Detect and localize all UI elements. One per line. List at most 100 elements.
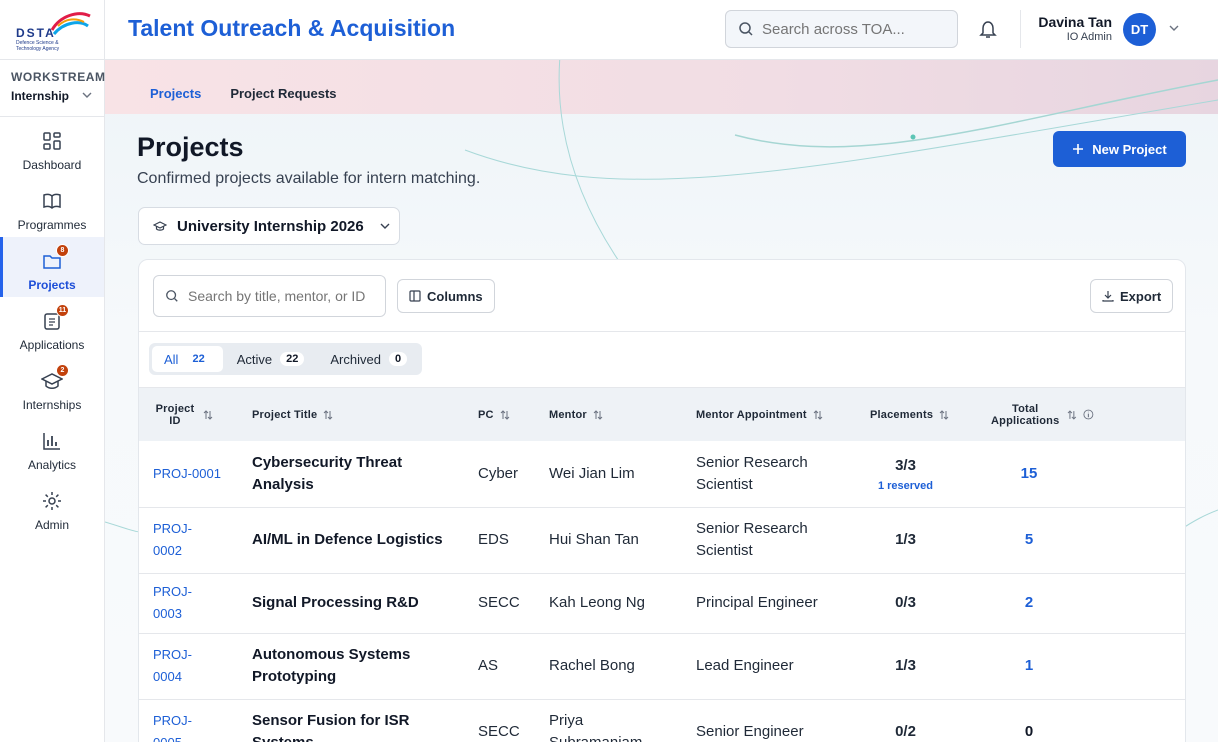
column-header-pc[interactable]: PC <box>463 388 533 441</box>
column-header-mentor-appointment[interactable]: Mentor Appointment <box>680 388 847 441</box>
sub-tabs: Projects Project Requests <box>150 86 337 101</box>
applications-count-badge: 11 <box>56 304 69 317</box>
export-label: Export <box>1120 288 1162 304</box>
mentor-appointment: Senior Research Scientist <box>680 441 847 508</box>
reserved-note[interactable]: 1 reserved <box>847 479 964 493</box>
sidebar-item-label: Dashboard <box>22 158 82 172</box>
column-header-project-id[interactable]: Project ID <box>139 388 238 441</box>
graduation-cap-icon: 2 <box>40 364 69 392</box>
book-icon <box>41 190 63 212</box>
top-header: Talent Outreach & Acquisition Davina Tan… <box>105 0 1218 60</box>
dsta-logo[interactable]: DSTA Defence Science & Technology Agency <box>0 0 104 60</box>
tab-project-requests[interactable]: Project Requests <box>230 86 336 101</box>
table-search[interactable] <box>153 275 386 317</box>
projects-table: Project ID Project Title PC Mentor Mento… <box>139 388 1185 742</box>
status-segmented-control: All 22 Active 22 Archived 0 <box>149 343 423 375</box>
global-search-input[interactable] <box>762 20 942 38</box>
project-id-link[interactable]: PROJ-0003 <box>153 584 192 621</box>
column-header-placements[interactable]: Placements <box>847 388 964 441</box>
filter-count: 0 <box>388 352 408 366</box>
total-applications-link[interactable]: 15 <box>1021 465 1038 482</box>
placements-cell: 0/2 <box>847 699 964 742</box>
export-button[interactable]: Export <box>1090 279 1174 313</box>
tab-projects[interactable]: Projects <box>150 86 201 101</box>
workstream-label: WORKSTREAM <box>11 70 106 84</box>
workstream-selector[interactable]: WORKSTREAM Internship <box>0 60 106 117</box>
filter-active[interactable]: Active 22 <box>225 346 317 372</box>
column-header-total-applications[interactable]: Total Applications <box>964 388 1094 441</box>
sidebar-item-projects[interactable]: 8 Projects <box>0 237 104 297</box>
sidebar-item-label: Projects <box>28 278 76 292</box>
filter-archived[interactable]: Archived 0 <box>318 346 419 372</box>
table-row[interactable]: PROJ-0001 Cybersecurity Threat Analysis … <box>139 441 1185 508</box>
bell-icon[interactable] <box>979 19 997 39</box>
sidebar-item-admin[interactable]: Admin <box>0 477 104 537</box>
project-title: Cybersecurity Threat Analysis <box>238 441 463 508</box>
table-row[interactable]: PROJ-0005 Sensor Fusion for ISR Systems … <box>139 699 1185 742</box>
project-pc: Cyber <box>463 441 533 508</box>
folder-icon: 8 <box>41 244 69 272</box>
project-mentor: Kah Leong Ng <box>533 573 680 634</box>
sidebar-item-dashboard[interactable]: Dashboard <box>0 117 104 177</box>
project-title: Signal Processing R&D <box>238 573 463 634</box>
sort-icon <box>593 409 603 420</box>
project-pc: SECC <box>463 573 533 634</box>
user-name: Davina Tan <box>1038 14 1112 30</box>
mentor-appointment: Senior Research Scientist <box>680 507 847 574</box>
table-row[interactable]: PROJ-0004 Autonomous Systems Prototyping… <box>139 633 1185 700</box>
table-row[interactable]: PROJ-0002 AI/ML in Defence Logistics EDS… <box>139 507 1185 574</box>
total-applications-link[interactable]: 5 <box>1025 531 1033 548</box>
column-header-mentor[interactable]: Mentor <box>533 388 680 441</box>
internships-count-badge: 2 <box>56 364 69 377</box>
projects-card: Columns Export All 22 Active 22 Archived <box>138 259 1186 742</box>
sort-icon <box>939 409 949 420</box>
mentor-appointment: Lead Engineer <box>680 633 847 700</box>
header-divider <box>1020 10 1021 48</box>
graduation-cap-icon <box>153 221 167 231</box>
global-search[interactable] <box>725 10 958 48</box>
project-mentor: Priya Subramaniam <box>533 699 680 742</box>
sidebar: DSTA Defence Science & Technology Agency… <box>0 0 105 742</box>
status-filters: All 22 Active 22 Archived 0 <box>139 332 1185 388</box>
sidebar-item-internships[interactable]: 2 Internships <box>0 357 104 417</box>
chevron-down-icon[interactable] <box>1169 25 1179 31</box>
column-header-project-title[interactable]: Project Title <box>238 388 463 441</box>
info-icon[interactable] <box>1083 409 1094 420</box>
user-role: IO Admin <box>1066 31 1112 43</box>
filter-all[interactable]: All 22 <box>152 346 223 372</box>
sidebar-item-analytics[interactable]: Analytics <box>0 417 104 477</box>
project-id-link[interactable]: PROJ-0004 <box>153 647 192 684</box>
new-project-button[interactable]: New Project <box>1053 131 1186 167</box>
sidebar-item-label: Applications <box>19 338 85 352</box>
project-mentor: Wei Jian Lim <box>533 441 680 508</box>
project-mentor: Hui Shan Tan <box>533 507 680 574</box>
filter-label: All <box>164 351 179 367</box>
table-search-input[interactable] <box>188 288 378 304</box>
project-title: AI/ML in Defence Logistics <box>238 507 463 574</box>
programme-select[interactable]: University Internship 2026 <box>138 207 400 245</box>
total-applications-link[interactable]: 2 <box>1025 594 1033 611</box>
total-applications-link[interactable]: 0 <box>1025 723 1033 740</box>
project-id-link[interactable]: PROJ-0005 <box>153 713 192 742</box>
main-content: Projects Project Requests Projects Confi… <box>105 60 1218 742</box>
project-pc: SECC <box>463 699 533 742</box>
sidebar-item-label: Internships <box>22 398 82 412</box>
sidebar-item-applications[interactable]: 11 Applications <box>0 297 104 357</box>
total-applications-link[interactable]: 1 <box>1025 657 1033 674</box>
project-id-link[interactable]: PROJ-0001 <box>153 466 221 481</box>
project-pc: EDS <box>463 507 533 574</box>
placements-value: 1/3 <box>895 657 916 674</box>
sidebar-item-programmes[interactable]: Programmes <box>0 177 104 237</box>
project-title: Sensor Fusion for ISR Systems <box>238 699 463 742</box>
chevron-down-icon <box>82 92 92 98</box>
project-id-link[interactable]: PROJ-0002 <box>153 521 192 558</box>
mentor-appointment: Principal Engineer <box>680 573 847 634</box>
columns-button[interactable]: Columns <box>397 279 495 313</box>
avatar[interactable]: DT <box>1123 13 1156 46</box>
download-icon <box>1102 291 1114 302</box>
new-project-label: New Project <box>1092 141 1167 157</box>
table-row[interactable]: PROJ-0003 Signal Processing R&D SECC Kah… <box>139 573 1185 634</box>
filter-label: Archived <box>330 351 381 367</box>
page-title: Projects <box>137 132 244 162</box>
project-pc: AS <box>463 633 533 700</box>
